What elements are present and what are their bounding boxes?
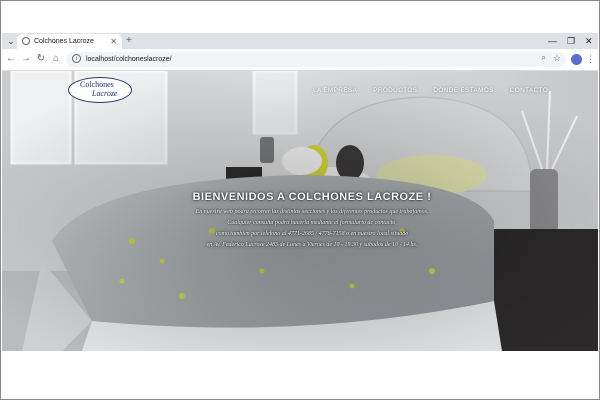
- bookmark-star-icon[interactable]: ☆: [553, 53, 561, 64]
- nav-donde-estamos[interactable]: DONDE ESTAMOS: [433, 85, 493, 97]
- reload-icon[interactable]: ↻: [35, 53, 47, 65]
- nav-la-empresa[interactable]: LA EMPRESA: [313, 85, 357, 97]
- web-page: Colchones Lacroze LA EMPRESA PRODUCTOS D…: [2, 71, 598, 351]
- browser-menu-icon[interactable]: ⋮: [586, 53, 595, 65]
- site-info-icon[interactable]: i: [72, 54, 81, 63]
- new-tab-button[interactable]: +: [126, 34, 132, 48]
- url-text[interactable]: localhost/colchoneslacroze/: [86, 54, 172, 65]
- zoom-icon[interactable]: ⌕: [542, 53, 546, 63]
- tab-title: Colchones Lacroze: [34, 38, 94, 45]
- browser-toolbar: ← → ↻ ⌂ i localhost/colchoneslacroze/ ⌕ …: [2, 49, 598, 71]
- close-tab-icon[interactable]: ✕: [110, 36, 117, 47]
- restore-icon[interactable]: ❐: [567, 34, 575, 48]
- address-bar[interactable]: i localhost/colchoneslacroze/ ⌕ ☆: [66, 52, 566, 67]
- site-logo[interactable]: Colchones Lacroze: [68, 77, 132, 103]
- logo-text-line1: Colchones: [80, 80, 114, 89]
- home-icon[interactable]: ⌂: [50, 53, 62, 65]
- back-icon[interactable]: ←: [5, 53, 17, 65]
- nav-contacto[interactable]: CONTACTO: [510, 85, 548, 97]
- browser-tab[interactable]: Colchones Lacroze ✕: [17, 34, 122, 49]
- globe-icon: [22, 37, 30, 45]
- hero-title: BIENVENIDOS A COLCHONES LACROZE !: [192, 191, 432, 203]
- hero-line-1: En nuestra web podra recorrer las distin…: [195, 209, 429, 215]
- logo-text-line2: Lacroze: [92, 89, 118, 98]
- browser-window: ⌄ Colchones Lacroze ✕ + — ❐ ✕ ← → ↻ ⌂ i …: [2, 33, 598, 351]
- forward-icon[interactable]: →: [20, 53, 32, 65]
- tab-search-icon[interactable]: ⌄: [5, 35, 17, 47]
- hero-line-2: Cualquier consulta podra hacerla mediant…: [227, 220, 397, 226]
- hero-line-3: como tambien por telefono al 4771-2685 /…: [215, 231, 409, 237]
- main-navigation: LA EMPRESA PRODUCTOS DONDE ESTAMOS CONTA…: [313, 85, 548, 97]
- profile-avatar[interactable]: [571, 54, 582, 65]
- nav-productos[interactable]: PRODUCTOS: [373, 85, 417, 97]
- hero-line-4: en Av. Federico Lacroze 2483 de Lunes a …: [206, 242, 418, 248]
- minimize-icon[interactable]: —: [548, 34, 557, 48]
- tab-strip: ⌄ Colchones Lacroze ✕ + — ❐ ✕: [2, 33, 598, 49]
- hero-text: BIENVENIDOS A COLCHONES LACROZE ! En nue…: [102, 191, 522, 251]
- window-close-icon[interactable]: ✕: [585, 34, 593, 48]
